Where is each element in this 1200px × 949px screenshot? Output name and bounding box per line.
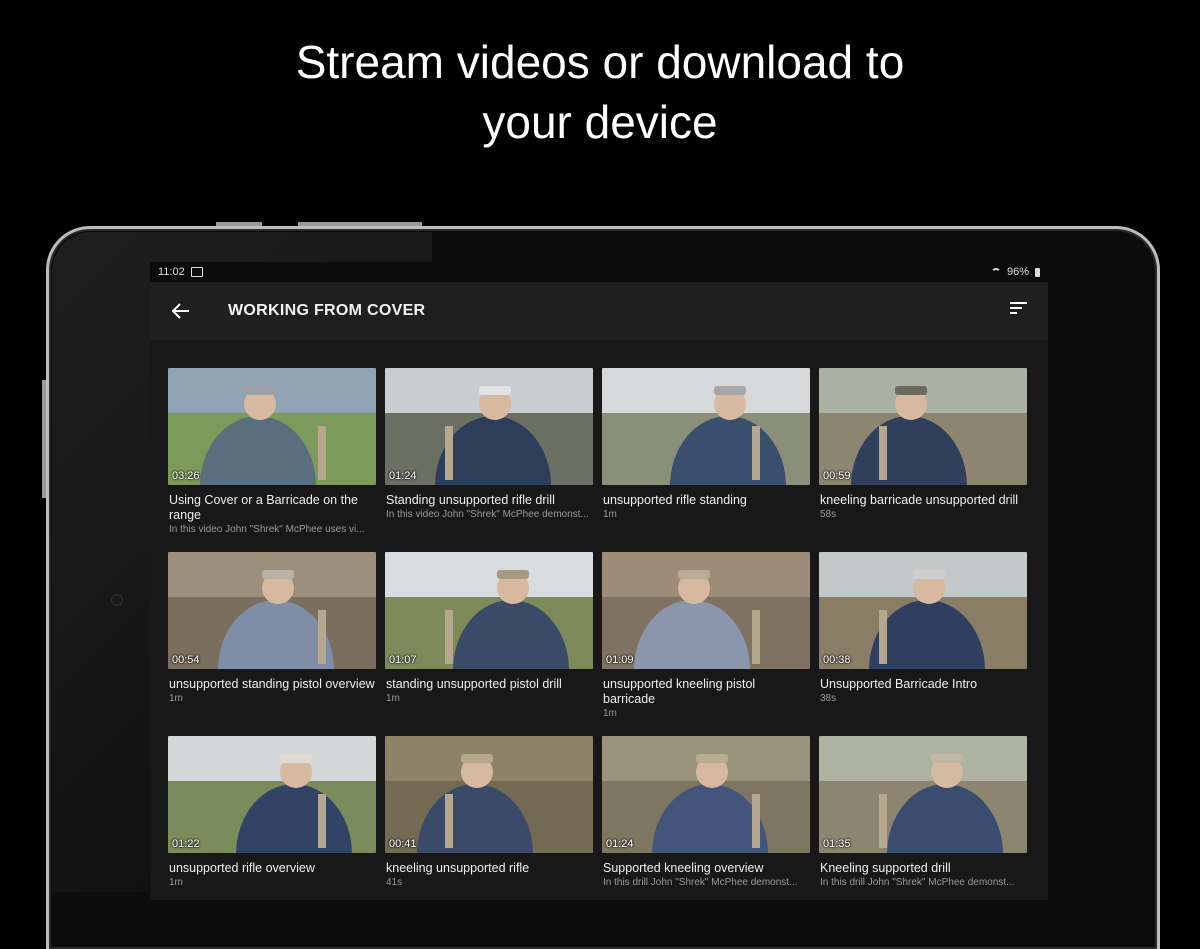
video-meta: kneeling unsupported rifle 41s [385, 853, 593, 900]
video-card[interactable]: 01:35 Kneeling supported drill In this dri… [819, 736, 1027, 900]
promo-headline: Stream videos or download to your device [0, 32, 1200, 152]
video-card[interactable]: 01:22 unsupported rifle overview 1m [168, 736, 376, 900]
video-subtitle: 1m [603, 708, 617, 719]
video-thumbnail[interactable]: 00:59 [819, 368, 1027, 485]
video-thumbnail[interactable]: 00:38 [819, 552, 1027, 669]
video-title: Unsupported Barricade Intro [820, 677, 978, 691]
video-meta: standing unsupported pistol drill 1m [385, 669, 593, 736]
video-thumbnail[interactable]: 01:22 [168, 736, 376, 853]
video-duration: 01:07 [389, 654, 417, 666]
video-thumbnail[interactable]: 00:54 [168, 552, 376, 669]
video-thumbnail[interactable]: 01:09 [602, 552, 810, 669]
video-subtitle: 41s [386, 877, 403, 888]
page-title: WORKING FROM COVER [228, 302, 426, 319]
side-button [42, 380, 46, 498]
video-duration: 00:38 [823, 654, 851, 666]
video-title: unsupported rifle overview [169, 861, 315, 875]
video-title: Standing unsupported rifle drill [386, 493, 555, 507]
video-thumbnail[interactable]: 01:35 [819, 736, 1027, 853]
video-subtitle: In this drill John "Shrek" McPhee demons… [603, 877, 798, 888]
video-card[interactable]: 01:07 standing unsupported pistol drill 1m [385, 552, 593, 736]
video-title: kneeling barricade unsupported drill [820, 493, 1019, 507]
video-duration: 01:24 [389, 470, 417, 482]
video-card[interactable]: 00:41 kneeling unsupported rifle 41s [385, 736, 593, 900]
video-meta: Kneeling supported drill In this drill Jo… [819, 853, 1027, 900]
video-card[interactable]: 00:38 Unsupported Barricade Intro 38s [819, 552, 1027, 736]
promo-line-2: your device [482, 96, 718, 148]
video-duration: 00:59 [823, 470, 851, 482]
promo-line-1: Stream videos or download to [295, 36, 905, 88]
video-card[interactable]: 01:24 Standing unsupported rifle drill In … [385, 368, 593, 552]
video-card[interactable]: 03:26 Using Cover or a Barricade on the r… [168, 368, 376, 552]
battery-level: 96% [1006, 266, 1029, 278]
video-subtitle: In this drill John "Shrek" McPhee demons… [820, 877, 1015, 888]
video-subtitle: In this video John "Shrek" McPhee uses v… [169, 524, 365, 535]
video-meta: Standing unsupported rifle drill In this … [385, 485, 593, 552]
video-meta: unsupported rifle overview 1m [168, 853, 376, 900]
video-title: Kneeling supported drill [820, 861, 951, 875]
video-subtitle: 1m [169, 693, 183, 704]
video-card[interactable]: 00:54 unsupported standing pistol overvie… [168, 552, 376, 736]
video-subtitle: 1m [386, 693, 400, 704]
wifi-icon [990, 268, 1001, 276]
video-meta: unsupported rifle standing 1m [602, 485, 810, 552]
status-bar: 11:02 96% [150, 262, 1048, 282]
video-duration: 01:24 [606, 838, 634, 850]
video-grid: 03:26 Using Cover or a Barricade on the r… [168, 368, 1030, 900]
video-title: unsupported rifle standing [603, 493, 747, 507]
video-title: unsupported kneeling pistol barricade [603, 677, 756, 706]
video-meta: kneeling barricade unsupported drill 58s [819, 485, 1027, 552]
video-card[interactable]: 01:24 Supported kneeling overview In this … [602, 736, 810, 900]
video-subtitle: 1m [603, 509, 617, 520]
video-meta: unsupported kneeling pistol barricade 1m [602, 669, 810, 736]
video-title: Using Cover or a Barricade on the range [169, 493, 358, 522]
video-thumbnail[interactable]: 01:24 [602, 736, 810, 853]
video-thumbnail[interactable]: 01:24 [385, 368, 593, 485]
video-meta: Using Cover or a Barricade on the range I… [168, 485, 376, 552]
video-thumbnail[interactable]: 03:26 [168, 368, 376, 485]
video-card[interactable]: 01:09 unsupported kneeling pistol barrica… [602, 552, 810, 736]
tablet-screen: 11:02 96% WORKING FROM COVER 03:26 Using … [150, 262, 1048, 900]
video-card[interactable]: unsupported rifle standing 1m [602, 368, 810, 552]
video-title: unsupported standing pistol overview [169, 677, 375, 691]
power-button [298, 222, 422, 226]
image-notification-icon [190, 267, 203, 277]
video-card[interactable]: 00:59 kneeling barricade unsupported dril… [819, 368, 1027, 552]
app-bar: WORKING FROM COVER [150, 282, 1048, 340]
arrow-back-icon[interactable] [170, 300, 192, 322]
camera-icon [111, 594, 123, 606]
video-duration: 01:22 [172, 838, 200, 850]
volume-button [216, 222, 262, 226]
video-subtitle: 58s [820, 509, 837, 520]
sort-icon[interactable] [1010, 301, 1032, 321]
video-duration: 00:54 [172, 654, 200, 666]
video-duration: 03:26 [172, 470, 200, 482]
video-thumbnail[interactable] [602, 368, 810, 485]
video-meta: Unsupported Barricade Intro 38s [819, 669, 1027, 736]
video-subtitle: 38s [820, 693, 837, 704]
video-thumbnail[interactable]: 01:07 [385, 552, 593, 669]
video-duration: 00:41 [389, 838, 417, 850]
video-meta: unsupported standing pistol overview 1m [168, 669, 376, 736]
status-time: 11:02 [158, 266, 185, 278]
video-meta: Supported kneeling overview In this drill… [602, 853, 810, 900]
video-subtitle: In this video John "Shrek" McPhee demons… [386, 509, 589, 520]
video-thumbnail[interactable]: 00:41 [385, 736, 593, 853]
battery-icon [1035, 267, 1040, 277]
video-duration: 01:35 [823, 838, 851, 850]
video-subtitle: 1m [169, 877, 183, 888]
video-title: Supported kneeling overview [603, 861, 764, 875]
video-title: kneeling unsupported rifle [386, 861, 530, 875]
video-duration: 01:09 [606, 654, 634, 666]
video-title: standing unsupported pistol drill [386, 677, 562, 691]
